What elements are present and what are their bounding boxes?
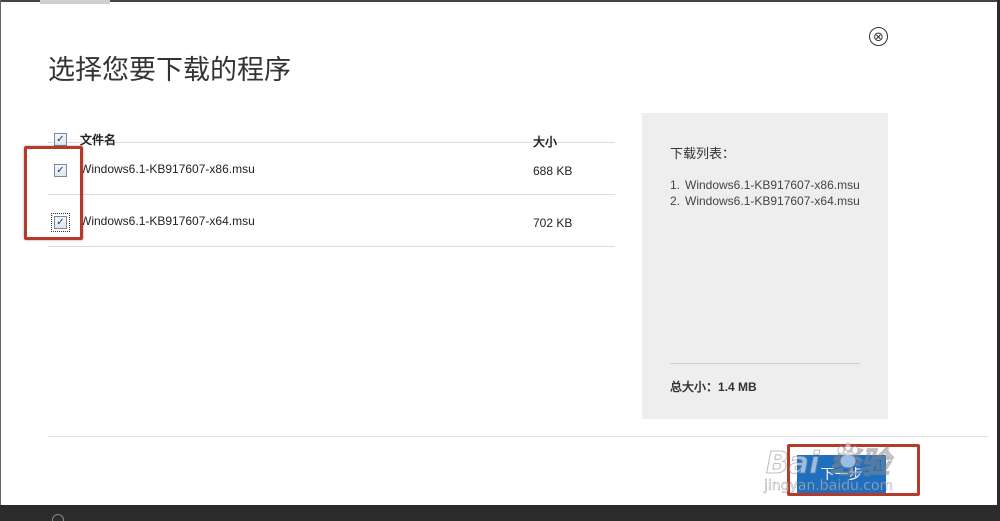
total-size-value: 1.4 MB: [718, 380, 757, 394]
window-top-fragment: [40, 0, 110, 4]
footer-divider: [48, 436, 988, 437]
list-item-text: Windows6.1-KB917607-x86.msu: [685, 178, 860, 192]
taskbar-icon[interactable]: [52, 514, 64, 521]
list-item-number: 2.: [670, 194, 681, 208]
file-size: 688 KB: [533, 164, 573, 178]
table-header: ✓ 文件名 大小: [48, 112, 615, 149]
table-row[interactable]: ✓ Windows6.1-KB917607-x64.msu 702 KB: [48, 195, 615, 247]
list-item-number: 1.: [670, 178, 681, 192]
total-size-label: 总大小：: [670, 380, 719, 394]
total-size: 总大小：1.4 MB: [670, 378, 757, 395]
close-icon[interactable]: ⊗: [869, 27, 888, 46]
window-top-border: [0, 0, 1000, 2]
download-list: 1. Windows6.1-KB917607-x86.msu 2. Window…: [670, 177, 860, 209]
window-left-border: [0, 0, 1, 505]
list-item: 1. Windows6.1-KB917607-x86.msu: [670, 177, 860, 193]
file-name: Windows6.1-KB917607-x64.msu: [80, 214, 255, 228]
download-list-panel: 下载列表： 1. Windows6.1-KB917607-x86.msu 2. …: [642, 113, 888, 419]
file-table: ✓ 文件名 大小 ✓ Windows6.1-KB917607-x86.msu 6…: [48, 112, 615, 247]
taskbar: [0, 505, 1000, 521]
list-item-text: Windows6.1-KB917607-x64.msu: [685, 194, 860, 208]
list-item: 2. Windows6.1-KB917607-x64.msu: [670, 193, 860, 209]
file-size: 702 KB: [533, 216, 573, 230]
file-name: Windows6.1-KB917607-x86.msu: [80, 162, 255, 176]
checkbox-highlight-annotation: [24, 146, 83, 240]
next-button-highlight-annotation: [787, 444, 920, 496]
dialog-title: 选择您要下载的程序: [48, 55, 291, 86]
download-list-title: 下载列表：: [670, 147, 736, 162]
table-row[interactable]: ✓ Windows6.1-KB917607-x86.msu 688 KB: [48, 143, 615, 195]
panel-divider: [670, 363, 860, 364]
